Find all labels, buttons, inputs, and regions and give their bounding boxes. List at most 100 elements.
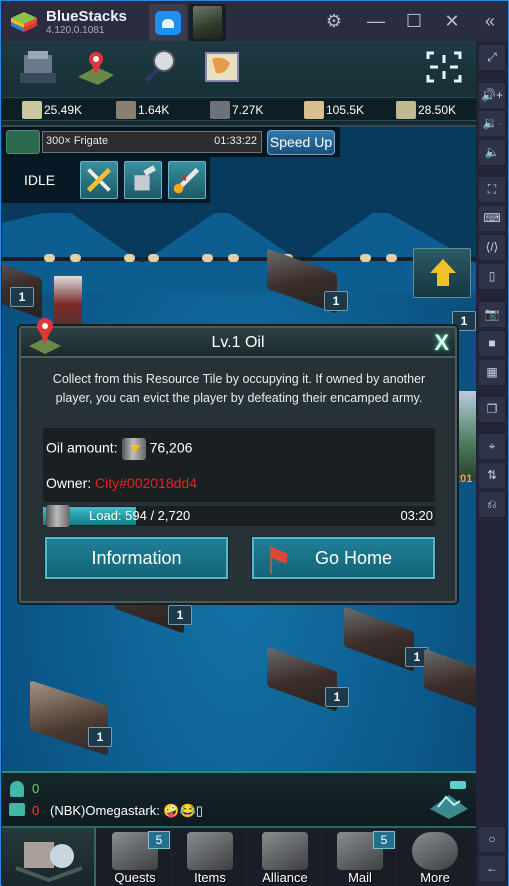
tile-level-badge: 1 <box>325 687 349 707</box>
queue-label: 300× Frigate <box>46 135 109 147</box>
multi-instance-icon[interactable]: ❐ <box>479 397 505 422</box>
missile-icon[interactable] <box>168 161 206 199</box>
buoy <box>360 254 371 262</box>
nav-mail[interactable]: 5 Mail <box>323 828 397 886</box>
volume-icon[interactable]: 🔈 <box>479 140 505 165</box>
quests-badge: 5 <box>148 831 170 849</box>
city-building[interactable] <box>454 391 476 481</box>
app-name: BlueStacks <box>46 8 127 25</box>
base-building-icon <box>15 842 83 883</box>
chat-bubble-icon <box>9 803 25 816</box>
tile-level-badge: 1 <box>324 291 348 311</box>
resource-money[interactable]: 28.50K <box>396 100 456 120</box>
information-button[interactable]: Information <box>45 537 228 579</box>
game-viewport[interactable]: 1 1 1 1 1 1 1 201 25.49K 1.64K 7.27K 105… <box>2 41 476 886</box>
resource-steel[interactable]: 7.27K <box>210 100 263 120</box>
android-home-icon[interactable]: ○ <box>479 827 505 852</box>
resource-cloth-value: 105.5K <box>326 103 365 117</box>
tab-game[interactable] <box>189 4 226 41</box>
minimize-button[interactable]: — <box>363 9 389 33</box>
volume-down-icon[interactable]: 🔉- <box>479 111 505 136</box>
idle-queue: IDLE <box>2 157 210 203</box>
bluestacks-window: BlueStacks 4.120.0.1081 ⚙ — ☐ ✕ « 1 1 1 <box>0 0 509 886</box>
online-count: 0 <box>32 781 40 796</box>
last-chat-message: (NBK)Omegastark: 🤪😂▯ <box>50 803 203 818</box>
fullscreen-icon[interactable]: ⤢ <box>479 45 505 70</box>
buoy <box>70 254 81 262</box>
resource-tile-popup: Lv.1 Oil X Collect from this Resource Ti… <box>19 318 457 603</box>
game-avatar-icon <box>193 6 222 39</box>
map-pin-icon[interactable] <box>74 47 118 87</box>
queue-progress-bar: 300× Frigate 01:33:22 <box>42 131 262 153</box>
tile-info-box: Oil amount: 76,206 Owner: City#002018dd4 <box>43 428 435 502</box>
close-icon[interactable]: X <box>434 330 449 356</box>
popup-header: Lv.1 Oil X <box>21 328 455 358</box>
resource-cloth[interactable]: 105.5K <box>304 100 364 120</box>
world-map-icon[interactable] <box>200 47 244 87</box>
collapse-sidebar-button[interactable]: « <box>477 9 503 33</box>
queue-time: 01:33:22 <box>214 135 257 147</box>
record-video-icon[interactable]: ■ <box>479 331 505 356</box>
unread-count: 0 <box>32 803 40 818</box>
resource-bar: 25.49K 1.64K 7.27K 105.5K 28.50K <box>2 97 476 121</box>
popup-title: Lv.1 Oil <box>211 334 265 351</box>
load-time: 03:20 <box>400 508 433 523</box>
tile-level-badge: 1 <box>10 287 34 307</box>
nav-more[interactable]: More <box>398 828 472 886</box>
buoy <box>386 254 397 262</box>
shake-icon[interactable]: ⇅ <box>479 463 505 488</box>
bottom-nav: 5 Quests Items Alliance 5 Mail More <box>2 826 476 886</box>
keyboard-icon[interactable]: ⌨ <box>479 206 505 231</box>
nav-items[interactable]: Items <box>173 828 247 886</box>
maximize-button[interactable]: ☐ <box>401 9 427 33</box>
repair-wrench-icon[interactable] <box>80 161 118 199</box>
location-pin-icon[interactable]: ⌖ <box>479 434 505 459</box>
go-home-button[interactable]: Go Home <box>252 537 435 579</box>
nav-mail-label: Mail <box>348 870 372 885</box>
portrait-icon[interactable]: ▯ <box>479 264 505 289</box>
owner-city-link[interactable]: City#002018dd4 <box>95 475 197 491</box>
title-bar: BlueStacks 4.120.0.1081 ⚙ — ☐ ✕ « <box>1 1 508 41</box>
nav-more-label: More <box>420 870 450 885</box>
volume-up-icon[interactable]: 🔊+ <box>479 83 505 108</box>
resource-food[interactable]: 25.49K <box>22 100 82 120</box>
search-magnifier-icon[interactable] <box>138 47 182 87</box>
buoy <box>228 254 239 262</box>
macro-icon[interactable]: ⟨/⟩ <box>479 235 505 260</box>
tile-level-badge: 1 <box>168 605 192 625</box>
frigate-thumbnail-icon[interactable] <box>6 130 40 154</box>
resource-oil[interactable]: 1.64K <box>116 100 169 120</box>
home-icon <box>155 11 181 35</box>
close-button[interactable]: ✕ <box>439 9 465 33</box>
media-gallery-icon[interactable]: ▦ <box>479 360 505 385</box>
buoy <box>124 254 135 262</box>
turret-icon[interactable] <box>124 161 162 199</box>
crosshair-locate-icon[interactable] <box>422 47 466 87</box>
nav-quests[interactable]: 5 Quests <box>98 828 172 886</box>
screen-capture-icon[interactable]: ⛶ <box>479 177 505 202</box>
buoy <box>148 254 159 262</box>
gear-more-icon <box>412 832 458 870</box>
resource-oil-value: 1.64K <box>138 103 170 117</box>
nav-quests-label: Quests <box>114 870 156 885</box>
oil-amount-row: Oil amount: 76,206 <box>46 438 192 460</box>
arrow-up-stem <box>437 272 449 286</box>
nav-alliance[interactable]: Alliance <box>248 828 322 886</box>
scroll-up-arrow-button[interactable] <box>413 248 471 298</box>
resource-money-value: 28.50K <box>418 103 457 117</box>
speed-up-button[interactable]: Speed Up <box>267 130 335 155</box>
nav-alliance-label: Alliance <box>262 870 308 885</box>
tile-level-badge: 1 <box>88 727 112 747</box>
tab-home[interactable] <box>149 4 187 41</box>
rotate-icon[interactable]: ⎌ <box>479 492 505 517</box>
resource-steel-value: 7.27K <box>232 103 264 117</box>
base-building-icon[interactable] <box>16 47 60 87</box>
alliance-map-icon[interactable] <box>426 779 472 821</box>
camera-icon[interactable]: 📷 <box>479 302 505 327</box>
android-back-icon[interactable]: ← <box>479 856 505 881</box>
chat-bar[interactable]: 0 0 (NBK)Omegastark: 🤪😂▯ <box>2 771 476 826</box>
base-button[interactable] <box>2 828 96 886</box>
settings-gear-icon[interactable]: ⚙ <box>321 9 347 33</box>
arrow-up-icon <box>430 259 456 273</box>
money-stack-icon <box>396 101 416 119</box>
